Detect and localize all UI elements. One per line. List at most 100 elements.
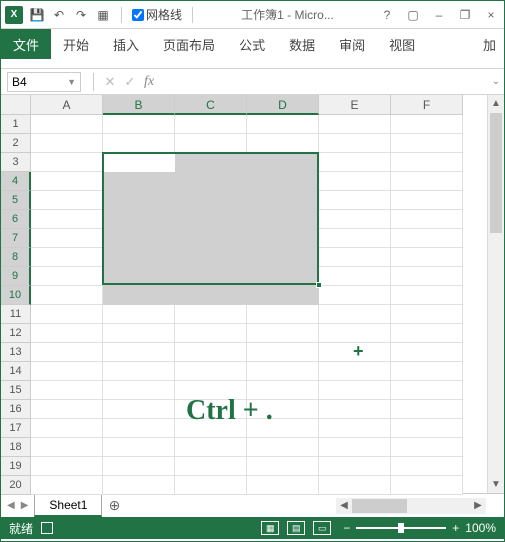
row-header-14[interactable]: 14 xyxy=(1,362,31,381)
cell-A8[interactable] xyxy=(31,248,103,267)
cell-E8[interactable] xyxy=(319,248,391,267)
cell-F11[interactable] xyxy=(391,305,463,324)
cell-D12[interactable] xyxy=(247,324,319,343)
row-header-7[interactable]: 7 xyxy=(1,229,31,248)
cell-E12[interactable] xyxy=(319,324,391,343)
zoom-in-button[interactable]: + xyxy=(452,521,459,535)
cell-D11[interactable] xyxy=(247,305,319,324)
sheet-tab-sheet1[interactable]: Sheet1 xyxy=(34,495,102,517)
scroll-thumb[interactable] xyxy=(352,499,407,513)
column-header-c[interactable]: C xyxy=(175,95,247,115)
column-header-e[interactable]: E xyxy=(319,95,391,115)
active-cell[interactable] xyxy=(103,153,175,172)
add-sheet-button[interactable]: ⊕ xyxy=(102,497,126,514)
cell-E7[interactable] xyxy=(319,229,391,248)
row-header-12[interactable]: 12 xyxy=(1,324,31,343)
ribbon-toggle-button[interactable]: ▢ xyxy=(404,8,422,22)
row-header-11[interactable]: 11 xyxy=(1,305,31,324)
cell-D20[interactable] xyxy=(247,476,319,495)
row-header-4[interactable]: 4 xyxy=(1,172,31,191)
cell-C20[interactable] xyxy=(175,476,247,495)
cell-A11[interactable] xyxy=(31,305,103,324)
cell-E13[interactable] xyxy=(319,343,391,362)
scroll-down-icon[interactable]: ▼ xyxy=(488,476,504,493)
cell-A4[interactable] xyxy=(31,172,103,191)
row-header-3[interactable]: 3 xyxy=(1,153,31,172)
minimize-button[interactable]: – xyxy=(430,8,448,22)
grid-icon[interactable]: ▦ xyxy=(95,7,111,23)
cell-F2[interactable] xyxy=(391,134,463,153)
cell-A2[interactable] xyxy=(31,134,103,153)
fx-button[interactable]: fx xyxy=(144,74,154,90)
tab-page-layout[interactable]: 页面布局 xyxy=(151,29,227,59)
vertical-scrollbar[interactable]: ▲ ▼ xyxy=(487,95,504,493)
cell-F5[interactable] xyxy=(391,191,463,210)
row-header-13[interactable]: 13 xyxy=(1,343,31,362)
cell-B14[interactable] xyxy=(103,362,175,381)
redo-icon[interactable]: ↷ xyxy=(73,7,89,23)
cell-D13[interactable] xyxy=(247,343,319,362)
formula-input[interactable] xyxy=(160,72,488,92)
name-box-dropdown-icon[interactable]: ▼ xyxy=(67,77,76,87)
cell-F4[interactable] xyxy=(391,172,463,191)
cell-F13[interactable] xyxy=(391,343,463,362)
cell-F19[interactable] xyxy=(391,457,463,476)
scroll-track[interactable] xyxy=(352,499,470,513)
cell-F18[interactable] xyxy=(391,438,463,457)
cell-E14[interactable] xyxy=(319,362,391,381)
cell-F1[interactable] xyxy=(391,115,463,134)
cell-E3[interactable] xyxy=(319,153,391,172)
cell-B15[interactable] xyxy=(103,381,175,400)
macro-indicator-icon[interactable] xyxy=(41,522,53,534)
row-header-10[interactable]: 10 xyxy=(1,286,31,305)
formula-expand-icon[interactable]: ⌄ xyxy=(488,76,504,87)
cell-B13[interactable] xyxy=(103,343,175,362)
cancel-formula-button[interactable]: ✕ xyxy=(100,74,120,90)
cell-A1[interactable] xyxy=(31,115,103,134)
page-break-view-button[interactable]: ▭ xyxy=(313,521,331,535)
cell-C2[interactable] xyxy=(175,134,247,153)
cell-B17[interactable] xyxy=(103,419,175,438)
cell-C15[interactable] xyxy=(175,381,247,400)
cell-F16[interactable] xyxy=(391,400,463,419)
cell-F8[interactable] xyxy=(391,248,463,267)
tab-file[interactable]: 文件 xyxy=(1,29,51,59)
tab-view[interactable]: 视图 xyxy=(377,29,427,59)
cell-D15[interactable] xyxy=(247,381,319,400)
row-header-9[interactable]: 9 xyxy=(1,267,31,286)
column-header-d[interactable]: D xyxy=(247,95,319,115)
cell-E5[interactable] xyxy=(319,191,391,210)
cell-A16[interactable] xyxy=(31,400,103,419)
zoom-level[interactable]: 100% xyxy=(465,521,496,535)
scroll-right-icon[interactable]: ▶ xyxy=(470,500,486,511)
cell-C17[interactable] xyxy=(175,419,247,438)
sheet-nav[interactable]: ◀▶ xyxy=(1,500,34,511)
cell-C14[interactable] xyxy=(175,362,247,381)
undo-icon[interactable]: ↶ xyxy=(51,7,67,23)
cell-E16[interactable] xyxy=(319,400,391,419)
row-header-16[interactable]: 16 xyxy=(1,400,31,419)
cell-C1[interactable] xyxy=(175,115,247,134)
row-header-19[interactable]: 19 xyxy=(1,457,31,476)
row-header-1[interactable]: 1 xyxy=(1,115,31,134)
cell-E17[interactable] xyxy=(319,419,391,438)
scroll-thumb[interactable] xyxy=(490,113,502,233)
cell-E9[interactable] xyxy=(319,267,391,286)
cell-F20[interactable] xyxy=(391,476,463,495)
cell-A13[interactable] xyxy=(31,343,103,362)
cell-B12[interactable] xyxy=(103,324,175,343)
row-header-17[interactable]: 17 xyxy=(1,419,31,438)
gridlines-checkbox[interactable]: 网格线 xyxy=(132,6,182,23)
cell-E1[interactable] xyxy=(319,115,391,134)
close-button[interactable]: × xyxy=(482,8,500,22)
cell-C11[interactable] xyxy=(175,305,247,324)
cell-C16[interactable] xyxy=(175,400,247,419)
cell-E20[interactable] xyxy=(319,476,391,495)
cell-A15[interactable] xyxy=(31,381,103,400)
cell-F14[interactable] xyxy=(391,362,463,381)
cell-F3[interactable] xyxy=(391,153,463,172)
column-header-b[interactable]: B xyxy=(103,95,175,115)
cell-E10[interactable] xyxy=(319,286,391,305)
sheet-next-icon[interactable]: ▶ xyxy=(21,500,29,511)
cell-F17[interactable] xyxy=(391,419,463,438)
